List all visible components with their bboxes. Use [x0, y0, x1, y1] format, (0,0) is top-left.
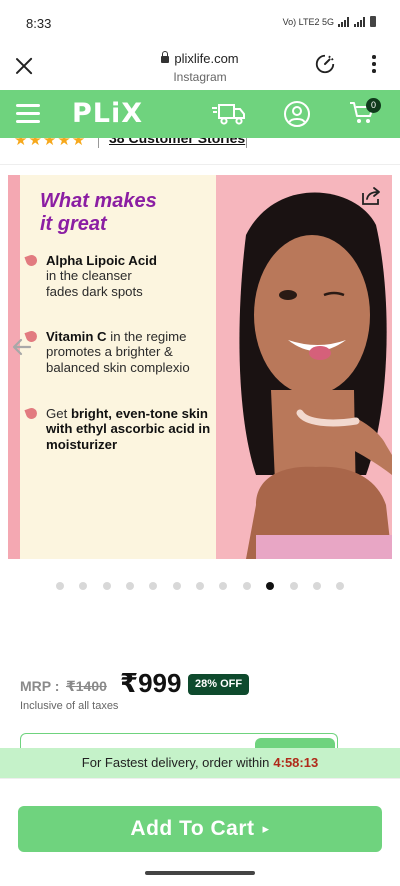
network-label: Vo) LTE2 5G	[282, 16, 334, 27]
divider	[246, 138, 247, 148]
cart-count-badge: 0	[366, 98, 381, 113]
browser-toolbar: plixlife.com Instagram	[0, 46, 400, 90]
url-domain: plixlife.com	[174, 51, 239, 66]
carousel-dot[interactable]	[102, 582, 111, 590]
benefit-bullet: Vitamin C in the regime promotes a brigh…	[24, 329, 216, 375]
banner-headline: What makes it great	[40, 190, 157, 235]
url-source: Instagram	[173, 70, 227, 84]
discount-badge: 28% OFF	[188, 674, 250, 695]
url-display[interactable]: plixlife.com Instagram	[0, 50, 400, 84]
rating-row: ★★★★★ 38 Customer Stories	[0, 138, 400, 164]
benefit-bullet: Alpha Lipoic Acid in the cleanser fades d…	[24, 253, 216, 299]
speedometer-icon[interactable]	[314, 53, 336, 75]
tax-note: Inclusive of all taxes	[20, 700, 119, 712]
model-photo-illustration	[216, 175, 392, 559]
product-image-carousel[interactable]: What makes it great Alpha Lipoic Acid in …	[8, 175, 392, 559]
mrp-label: MRP :	[20, 678, 60, 694]
status-icons: Vo) LTE2 5G	[283, 16, 376, 27]
mrp-value: ₹1400	[66, 678, 107, 694]
arrow-left-icon[interactable]	[10, 335, 34, 359]
rating-stars: ★★★★★	[14, 138, 87, 149]
carousel-dot[interactable]	[266, 582, 275, 590]
leaf-bullet-icon	[24, 406, 39, 421]
more-menu-icon[interactable]	[370, 55, 378, 75]
battery-icon	[370, 16, 376, 27]
divider	[0, 164, 400, 165]
delivery-timer: 4:58:13	[273, 755, 319, 770]
add-to-cart-button[interactable]: Add To Cart ▸	[18, 806, 382, 852]
status-bar: 8:33 Vo) LTE2 5G	[0, 0, 400, 46]
signal-icon-2	[354, 16, 366, 27]
add-to-cart-label: Add To Cart	[130, 817, 255, 840]
carousel-dot[interactable]	[55, 582, 64, 590]
delivery-truck-icon[interactable]	[212, 99, 246, 127]
benefit-bullet: Get bright, even-tone skin with ethyl as…	[24, 406, 216, 452]
account-icon[interactable]	[283, 100, 311, 128]
sticky-footer-bg	[0, 778, 400, 803]
customer-stories-link[interactable]: 38 Customer Stories	[109, 138, 245, 146]
carousel-dot[interactable]	[172, 582, 181, 590]
delivery-text: For Fastest delivery, order within	[81, 755, 270, 770]
banner-accent-strip	[8, 175, 20, 559]
divider	[98, 138, 99, 148]
carousel-dot[interactable]	[196, 582, 204, 590]
model-photo	[216, 175, 392, 559]
delivery-banner: For Fastest delivery, order within 4:58:1…	[0, 748, 400, 778]
lock-icon	[161, 51, 170, 63]
leaf-bullet-icon	[24, 253, 39, 268]
site-header: PLiX 0	[0, 90, 400, 138]
carousel-dot[interactable]	[336, 582, 345, 590]
carousel-dot[interactable]	[125, 582, 134, 590]
hamburger-menu-icon[interactable]	[16, 104, 40, 124]
carousel-dot[interactable]	[149, 582, 158, 590]
sale-price: ₹999	[120, 668, 182, 698]
home-indicator[interactable]	[145, 871, 255, 875]
carousel-dot[interactable]	[79, 582, 88, 590]
carousel-dot[interactable]	[219, 582, 228, 590]
chevron-right-icon: ▸	[262, 821, 270, 836]
carousel-indicators[interactable]	[0, 577, 400, 590]
brand-logo[interactable]: PLiX	[72, 98, 143, 129]
carousel-dot[interactable]	[312, 582, 321, 590]
carousel-dot[interactable]	[242, 582, 251, 590]
price-row: MRP : ₹1400 ₹999 28% OFF	[20, 668, 380, 702]
carousel-dot[interactable]	[289, 582, 298, 590]
share-icon[interactable]	[360, 185, 382, 207]
status-time: 8:33	[26, 16, 52, 31]
signal-icon	[338, 16, 350, 27]
